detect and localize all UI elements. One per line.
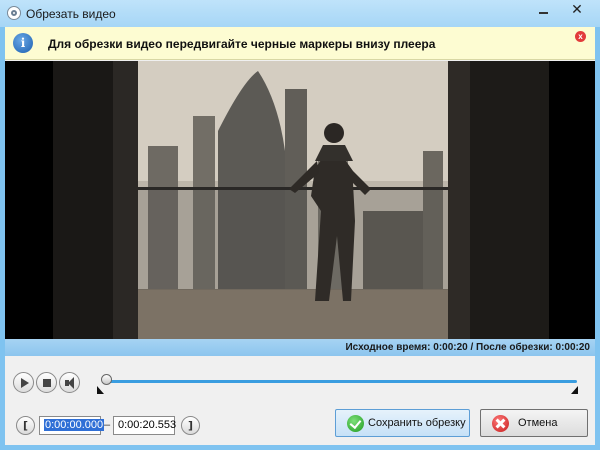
play-button[interactable] [13,372,34,393]
info-bar: i Для обрезки видео передвигайте черные … [5,27,595,60]
time-separator: – [104,419,111,431]
trim-start-marker[interactable] [97,386,104,394]
save-trim-button[interactable]: Сохранить обрезку [335,409,470,437]
playhead-slider[interactable] [101,374,112,385]
cancel-button[interactable]: Отмена [480,409,588,437]
dialog-body: i Для обрезки видео передвигайте черные … [5,27,595,445]
video-frame [53,61,549,339]
video-scene [53,61,549,339]
check-icon [347,415,364,432]
minimize-icon [539,12,548,14]
duration-status-bar: Исходное время: 0:00:20 / После обрезки:… [5,339,595,356]
info-icon: i [13,33,33,53]
start-time-value: 0:00:00.000 [44,419,105,431]
title-bar: Обрезать видео ✕ [0,0,600,27]
start-time-field[interactable]: 0:00:00.000 [39,416,105,435]
duration-status: Исходное время: 0:00:20 / После обрезки:… [345,342,590,353]
window-title: Обрезать видео [26,7,116,21]
volume-button[interactable] [59,372,80,393]
stop-button[interactable] [36,372,57,393]
minimize-button[interactable] [530,0,556,20]
save-trim-label: Сохранить обрезку [368,417,466,429]
info-message: Для обрезки видео передвигайте черные ма… [48,37,436,51]
trim-end-marker[interactable] [571,386,578,394]
end-time-field[interactable]: 0:00:20.553 [113,416,176,435]
set-end-button[interactable]: ] [181,416,200,435]
info-close-icon[interactable]: x [575,31,586,42]
cancel-label: Отмена [518,417,558,429]
set-start-button[interactable]: [ [16,416,35,435]
video-player[interactable] [5,61,595,339]
timeline-track[interactable] [105,380,577,383]
app-icon [7,6,21,20]
cancel-icon [492,415,509,432]
close-window-button[interactable]: ✕ [557,0,597,20]
